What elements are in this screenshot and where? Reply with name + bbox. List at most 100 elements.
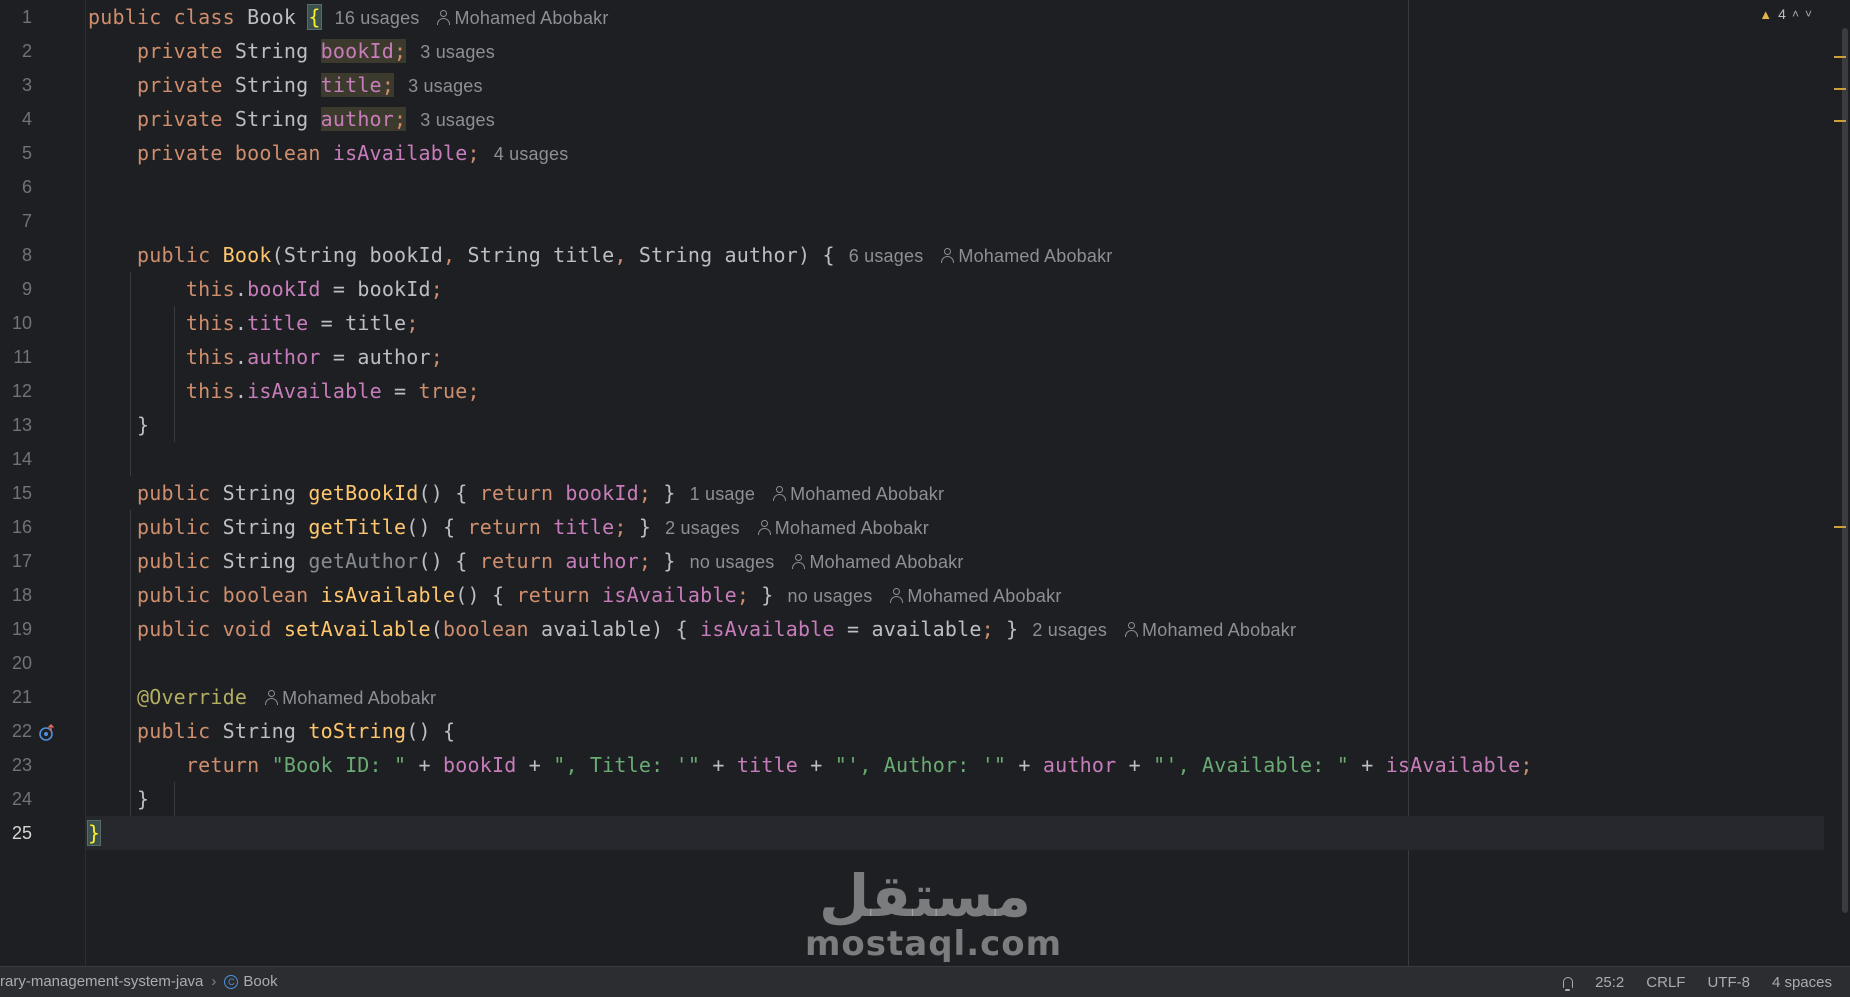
code-text: this.isAvailable = true;	[88, 374, 480, 408]
line-number[interactable]: 16	[0, 510, 32, 544]
line-number[interactable]: 22	[0, 714, 32, 748]
author-hint[interactable]: Mohamed Abobakr	[265, 688, 436, 708]
code-line[interactable]: private String title; 3 usages	[86, 68, 1824, 102]
line-number[interactable]: 17	[0, 544, 32, 578]
line-number[interactable]: 14	[0, 442, 32, 476]
author-hint[interactable]: Mohamed Abobakr	[437, 8, 608, 28]
usages-hint[interactable]: 3 usages	[420, 110, 495, 130]
code-token: (	[430, 617, 444, 641]
usages-hint[interactable]: 1 usage	[690, 484, 755, 504]
code-line[interactable]: return "Book ID: " + bookId + ", Title: …	[86, 748, 1824, 782]
breadcrumb-file[interactable]: Book	[243, 967, 277, 997]
usages-hint[interactable]: no usages	[690, 552, 775, 572]
usages-hint[interactable]: 3 usages	[408, 76, 483, 96]
code-line[interactable]: this.author = author;	[86, 340, 1824, 374]
line-number[interactable]: 25	[0, 816, 32, 850]
line-number[interactable]: 3	[0, 68, 32, 102]
code-line[interactable]: }	[86, 408, 1824, 442]
line-number[interactable]: 19	[0, 612, 32, 646]
file-encoding[interactable]: UTF-8	[1707, 974, 1750, 991]
line-number[interactable]: 24	[0, 782, 32, 816]
usages-hint[interactable]: 2 usages	[1032, 620, 1107, 640]
next-highlight-icon[interactable]: ˅	[1805, 7, 1812, 21]
code-token: public	[88, 243, 223, 267]
code-token: {	[307, 4, 322, 30]
code-token: public	[88, 549, 223, 573]
usages-hint[interactable]: 2 usages	[665, 518, 740, 538]
author-hint[interactable]: Mohamed Abobakr	[890, 586, 1061, 606]
line-number[interactable]: 10	[0, 306, 32, 340]
code-token: }	[88, 413, 150, 437]
line-number[interactable]: 13	[0, 408, 32, 442]
code-text: private String bookId; 3 usages	[88, 34, 495, 69]
code-area[interactable]: public class Book {16 usages Mohamed Abob…	[86, 0, 1824, 966]
code-text: public String getTitle() { return title;…	[88, 510, 929, 545]
line-number[interactable]: 21	[0, 680, 32, 714]
code-line[interactable]: public String getBookId() { return bookI…	[86, 476, 1824, 510]
code-line[interactable]: public String getAuthor() { return autho…	[86, 544, 1824, 578]
line-number[interactable]: 9	[0, 272, 32, 306]
breadcrumb-project[interactable]: rary-management-system-java	[0, 967, 203, 997]
line-number[interactable]: 12	[0, 374, 32, 408]
code-line[interactable]: private String bookId; 3 usages	[86, 34, 1824, 68]
line-number[interactable]: 2	[0, 34, 32, 68]
code-line[interactable]: public Book(String bookId, String title,…	[86, 238, 1824, 272]
scrollbar-thumb[interactable]	[1842, 28, 1848, 913]
code-line[interactable]: this.title = title;	[86, 306, 1824, 340]
line-number[interactable]: 18	[0, 578, 32, 612]
line-number[interactable]: 8	[0, 238, 32, 272]
usages-hint[interactable]: 16 usages	[335, 8, 420, 28]
code-line[interactable]: public String toString() {	[86, 714, 1824, 748]
line-number[interactable]: 7	[0, 204, 32, 238]
warning-stripe[interactable]	[1834, 526, 1846, 528]
code-line[interactable]: private String author; 3 usages	[86, 102, 1824, 136]
indent-setting[interactable]: 4 spaces	[1772, 974, 1832, 991]
vertical-scrollbar[interactable]	[1824, 0, 1850, 966]
code-line[interactable]	[86, 204, 1824, 238]
author-hint[interactable]: Mohamed Abobakr	[941, 246, 1112, 266]
code-line[interactable]: }	[86, 782, 1824, 816]
code-line[interactable]: @Override Mohamed Abobakr	[86, 680, 1824, 714]
line-number[interactable]: 4	[0, 102, 32, 136]
code-line[interactable]: public void setAvailable(boolean availab…	[86, 612, 1824, 646]
line-number[interactable]: 11	[0, 340, 32, 374]
override-method-icon[interactable]	[38, 724, 56, 742]
line-number-gutter[interactable]: 1 2 3 4 5 6 7 8 9 10 11 12 13 14 15 16 17 18 19 20 21 22 23 24 2…	[0, 0, 86, 966]
author-hint[interactable]: Mohamed Abobakr	[1125, 620, 1296, 640]
code-text: private String title; 3 usages	[88, 68, 483, 103]
author-hint[interactable]: Mohamed Abobakr	[773, 484, 944, 504]
usages-hint[interactable]: 4 usages	[494, 144, 569, 164]
author-hint[interactable]: Mohamed Abobakr	[792, 552, 963, 572]
usages-hint[interactable]: no usages	[788, 586, 873, 606]
code-line[interactable]: this.bookId = bookId;	[86, 272, 1824, 306]
usages-hint[interactable]: 3 usages	[420, 42, 495, 62]
code-line[interactable]: }	[86, 816, 1824, 850]
code-editor[interactable]: 1 2 3 4 5 6 7 8 9 10 11 12 13 14 15 16 17 18 19 20 21 22 23 24 2…	[0, 0, 1850, 966]
line-number[interactable]: 20	[0, 646, 32, 680]
warning-stripe[interactable]	[1834, 120, 1846, 122]
notifications-icon[interactable]	[1563, 976, 1574, 991]
code-line[interactable]: public class Book {16 usages Mohamed Abob…	[86, 0, 1824, 34]
line-number[interactable]: 6	[0, 170, 32, 204]
warning-stripe[interactable]	[1834, 56, 1846, 58]
code-line[interactable]: this.isAvailable = true;	[86, 374, 1824, 408]
author-hint[interactable]: Mohamed Abobakr	[757, 518, 929, 538]
line-number[interactable]: 1	[0, 0, 32, 34]
code-line[interactable]	[86, 646, 1824, 680]
code-line[interactable]: public String getTitle() { return title;…	[86, 510, 1824, 544]
warning-stripe[interactable]	[1834, 88, 1846, 90]
usages-hint[interactable]: 6 usages	[849, 246, 924, 266]
code-line[interactable]: public boolean isAvailable() { return is…	[86, 578, 1824, 612]
inspection-widget[interactable]: ▲ 4 ˄ ˅	[1759, 4, 1812, 24]
line-number[interactable]: 23	[0, 748, 32, 782]
code-line[interactable]: private boolean isAvailable; 4 usages	[86, 136, 1824, 170]
code-token: title	[553, 515, 615, 539]
previous-highlight-icon[interactable]: ˄	[1792, 7, 1799, 21]
code-line[interactable]	[86, 170, 1824, 204]
caret-position[interactable]: 25:2	[1595, 974, 1624, 991]
code-token: getBookId	[308, 481, 419, 505]
line-number[interactable]: 15	[0, 476, 32, 510]
code-line[interactable]	[86, 442, 1824, 476]
line-number[interactable]: 5	[0, 136, 32, 170]
line-ending[interactable]: CRLF	[1646, 974, 1685, 991]
